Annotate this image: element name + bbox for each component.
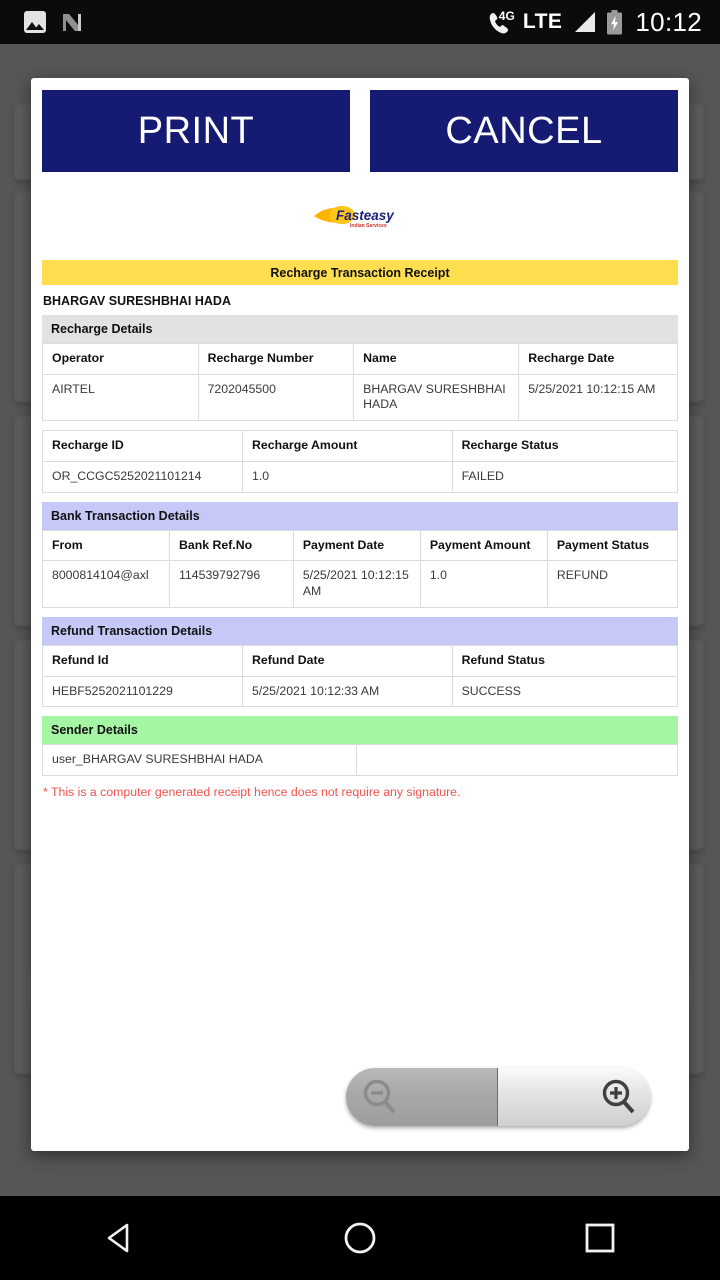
table-row: HEBF5252021101229 5/25/2021 10:12:33 AM SU… bbox=[41, 675, 679, 708]
zoom-in-button[interactable] bbox=[498, 1068, 650, 1126]
cancel-button[interactable]: CANCEL bbox=[370, 90, 678, 172]
table-row: AIRTEL 7202045500 BHARGAV SURESHBHAI HADA 5… bbox=[42, 373, 678, 422]
receipt-sections: Recharge Details Operator Recharge Number N… bbox=[41, 315, 679, 777]
table-header-cell: Bank Ref.No bbox=[169, 529, 294, 562]
nav-back-button[interactable] bbox=[60, 1196, 180, 1280]
table-header-row: From Bank Ref.No Payment Date Payment Amoun… bbox=[42, 529, 679, 562]
screenshot-icon bbox=[24, 11, 46, 33]
clock: 10:12 bbox=[635, 6, 702, 37]
table-cell: FAILED bbox=[451, 460, 679, 493]
android-n-icon bbox=[63, 14, 81, 31]
table-cell: BHARGAV SURESHBHAI HADA bbox=[353, 373, 520, 422]
table-cell bbox=[356, 744, 678, 777]
receipt-table: user_BHARGAV SURESHBHAI HADA bbox=[41, 744, 678, 777]
battery-charging-icon bbox=[607, 9, 623, 34]
table-header-cell: Operator bbox=[42, 343, 199, 375]
table-row: user_BHARGAV SURESHBHAI HADA bbox=[41, 744, 678, 777]
table-cell: 8000814104@axl bbox=[42, 560, 170, 608]
table-row: 8000814104@axl 114539792796 5/25/2021 10:1… bbox=[42, 560, 679, 608]
section-heading: Recharge Details bbox=[42, 315, 678, 343]
table-gap bbox=[42, 421, 678, 430]
svg-text:Indian Services: Indian Services bbox=[350, 223, 387, 229]
nav-home-button[interactable] bbox=[300, 1196, 420, 1280]
nav-recents-button[interactable] bbox=[540, 1196, 660, 1280]
table-header-cell: Payment Date bbox=[292, 529, 421, 562]
home-circle-icon bbox=[344, 1222, 376, 1254]
status-bar-right-icons: 4G LTE 10:12 bbox=[488, 7, 720, 38]
back-triangle-icon bbox=[107, 1223, 129, 1253]
status-bar: 4G LTE 10:12 bbox=[0, 0, 720, 44]
section-heading: Bank Transaction Details bbox=[42, 501, 678, 530]
table-cell: user_BHARGAV SURESHBHAI HADA bbox=[41, 744, 358, 777]
table-header-row: Recharge ID Recharge Amount Recharge Statu… bbox=[41, 430, 679, 462]
table-cell: 1.0 bbox=[242, 460, 453, 493]
table-cell: 1.0 bbox=[419, 560, 548, 608]
zoom-out-button[interactable] bbox=[346, 1068, 498, 1126]
table-cell: HEBF5252021101229 bbox=[41, 675, 244, 708]
section-heading: Sender Details bbox=[42, 716, 678, 745]
table-cell: 5/25/2021 10:12:33 AM bbox=[242, 675, 453, 708]
zoom-in-icon bbox=[602, 1079, 635, 1114]
receipt-table: Operator Recharge Number Name Recharge Date… bbox=[42, 343, 678, 422]
table-header-cell: Refund Status bbox=[451, 644, 679, 677]
table-row: OR_CCGC5252021101214 1.0 FAILED bbox=[41, 460, 679, 493]
table-cell: AIRTEL bbox=[42, 373, 199, 422]
brand-logo: Fasteasy Indian Services bbox=[31, 172, 689, 260]
zoom-out-icon bbox=[363, 1079, 396, 1114]
table-cell: 7202045500 bbox=[197, 373, 355, 422]
receipt-title: Recharge Transaction Receipt bbox=[42, 260, 678, 285]
table-header-cell: Refund Id bbox=[41, 644, 244, 677]
recents-square-icon bbox=[585, 1223, 615, 1253]
android-navigation-bar bbox=[0, 1196, 720, 1280]
receipt-table: Recharge ID Recharge Amount Recharge Statu… bbox=[41, 430, 679, 493]
table-header-cell: Recharge Date bbox=[518, 343, 678, 375]
table-header-cell: Payment Amount bbox=[419, 529, 548, 562]
receipt-table: Refund Id Refund Date Refund Status HEBF525… bbox=[41, 644, 679, 708]
table-header-cell: From bbox=[42, 529, 170, 562]
table-cell: 5/25/2021 10:12:15 AM bbox=[518, 373, 678, 422]
table-header-row: Operator Recharge Number Name Recharge Date bbox=[42, 343, 678, 375]
receipt-body: Recharge Transaction Receipt BHARGAV SUR… bbox=[31, 260, 689, 799]
table-cell: 5/25/2021 10:12:15 AM bbox=[292, 560, 421, 608]
zoom-control[interactable] bbox=[346, 1068, 650, 1126]
receipt-customer-name: BHARGAV SURESHBHAI HADA bbox=[43, 294, 231, 308]
table-header-cell: Name bbox=[353, 343, 520, 375]
network-4g-label: 4G bbox=[498, 9, 515, 23]
dialog-action-buttons: PRINT CANCEL bbox=[31, 78, 689, 172]
signal-icon bbox=[575, 12, 596, 32]
table-header-cell: Recharge Amount bbox=[242, 430, 453, 462]
table-cell: SUCCESS bbox=[451, 675, 679, 708]
svg-text:Fasteasy: Fasteasy bbox=[336, 208, 395, 223]
receipt-table: From Bank Ref.No Payment Date Payment Amoun… bbox=[42, 529, 679, 608]
receipt-disclaimer: * This is a computer generated receipt h… bbox=[43, 785, 461, 800]
print-button[interactable]: PRINT bbox=[42, 90, 350, 172]
table-header-row: Refund Id Refund Date Refund Status bbox=[41, 644, 679, 677]
table-header-cell: Recharge ID bbox=[41, 430, 244, 462]
print-preview-dialog: PRINT CANCEL Fasteasy Indian Services Re… bbox=[31, 78, 689, 1151]
table-cell: 114539792796 bbox=[169, 560, 294, 608]
table-header-cell: Recharge Number bbox=[197, 343, 355, 375]
status-bar-left-icons bbox=[0, 11, 84, 33]
phone-screen: 4G LTE 10:12 PRINT CANCEL Fasteasy India… bbox=[0, 0, 720, 1280]
fasteasy-logo-icon: Fasteasy Indian Services bbox=[312, 199, 408, 233]
table-cell: OR_CCGC5252021101214 bbox=[41, 460, 244, 493]
phone-4g-icon: 4G bbox=[488, 9, 515, 34]
table-cell: REFUND bbox=[546, 560, 679, 608]
network-lte-label: LTE bbox=[522, 10, 563, 33]
section-heading: Refund Transaction Details bbox=[42, 616, 678, 645]
table-header-cell: Payment Status bbox=[546, 529, 679, 562]
table-header-cell: Recharge Status bbox=[451, 430, 679, 462]
table-header-cell: Refund Date bbox=[242, 644, 453, 677]
